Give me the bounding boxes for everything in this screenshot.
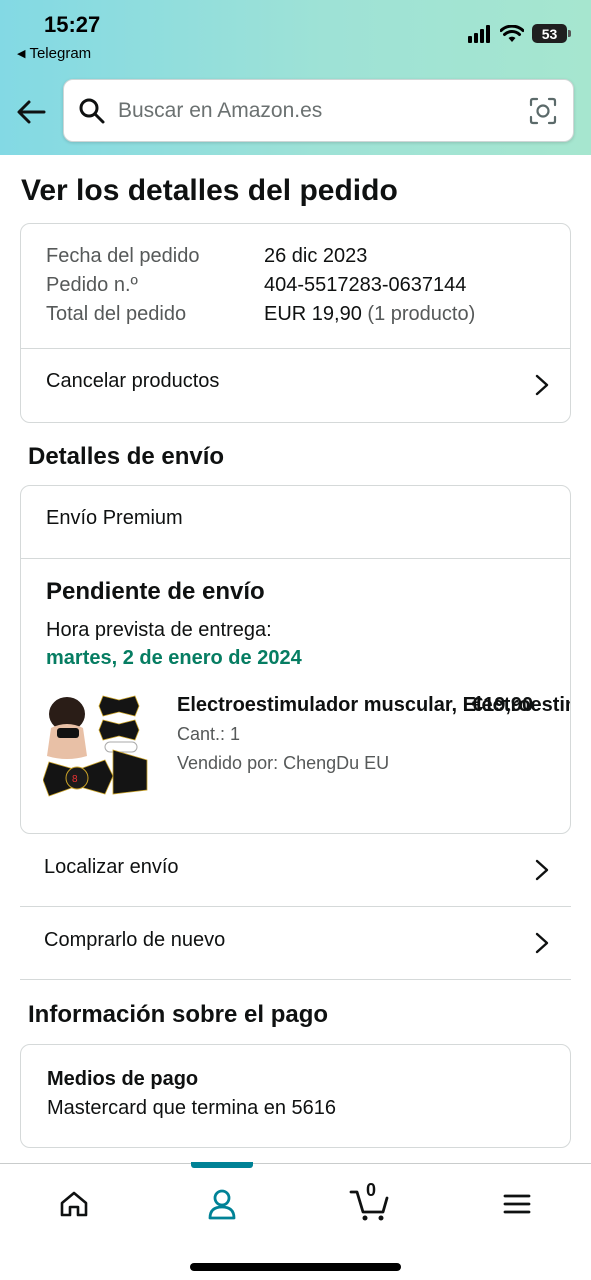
shipping-card: Envío Premium Pendiente de envío Hora pr… — [20, 485, 571, 834]
order-date-label: Fecha del pedido — [46, 245, 200, 267]
status-time: 15:27 — [44, 12, 101, 37]
buy-again-row[interactable]: Comprarlo de nuevo — [20, 907, 571, 980]
tab-home[interactable] — [44, 1182, 104, 1226]
search-bar[interactable] — [63, 79, 574, 142]
svg-text:8: 8 — [72, 774, 78, 785]
active-tab-indicator — [191, 1162, 253, 1168]
back-app-label: Telegram — [29, 45, 92, 62]
search-input[interactable] — [118, 98, 508, 123]
payment-section-title: Información sobre el pago — [28, 1001, 329, 1028]
order-number-label: Pedido n.º — [46, 274, 138, 296]
signal-icon — [468, 24, 490, 43]
chevron-right-icon — [535, 932, 549, 954]
chevron-right-icon — [535, 859, 549, 881]
wifi-icon — [500, 24, 524, 42]
order-total-label: Total del pedido — [46, 303, 187, 325]
page-title: Ver los detalles del pedido — [21, 174, 398, 207]
track-shipment-row[interactable]: Localizar envío — [20, 834, 571, 907]
tab-cart[interactable]: 0 — [340, 1180, 400, 1226]
back-arrow-icon[interactable] — [14, 94, 50, 130]
product-seller: Vendido por: ChengDu EU — [177, 753, 390, 773]
tab-account[interactable] — [192, 1182, 252, 1226]
menu-icon — [503, 1194, 531, 1214]
camera-icon[interactable] — [528, 96, 558, 126]
chevron-right-icon — [535, 374, 549, 396]
order-total-amount: EUR 19,90 — [264, 303, 362, 325]
battery-indicator: 53 — [532, 24, 571, 43]
payment-method-value: Mastercard que termina en 5616 — [47, 1097, 337, 1119]
product-price: €19,90 — [472, 694, 534, 716]
order-number-value: 404-5517283-0637144 — [264, 274, 467, 296]
back-triangle-icon: ◀ — [17, 48, 26, 60]
order-summary-card: Fecha del pedido 26 dic 2023 Pedido n.º … — [20, 223, 571, 423]
home-icon — [60, 1191, 88, 1217]
payment-method-label: Medios de pago — [47, 1068, 199, 1090]
shipping-section-title: Detalles de envío — [28, 443, 225, 470]
buy-again-label: Comprarlo de nuevo — [44, 929, 226, 951]
eta-date: martes, 2 de enero de 2024 — [46, 647, 302, 669]
app-header: 15:27 ◀ Telegram 53 — [0, 0, 591, 155]
account-icon — [208, 1189, 236, 1220]
cancel-products-label: Cancelar productos — [46, 370, 220, 392]
payment-card: Medios de pago Mastercard que termina en… — [20, 1044, 571, 1148]
cancel-products-row[interactable]: Cancelar productos — [21, 349, 570, 422]
product-quantity: Cant.: 1 — [177, 724, 241, 744]
shipping-status: Pendiente de envío — [46, 578, 265, 605]
tab-menu[interactable] — [487, 1182, 547, 1226]
order-total-value: EUR 19,90 (1 producto) — [264, 303, 475, 326]
cart-count-badge: 0 — [366, 1180, 377, 1200]
divider — [21, 558, 570, 559]
order-total-note: (1 producto) — [367, 303, 476, 325]
search-icon — [79, 98, 105, 123]
track-shipment-label: Localizar envío — [44, 856, 179, 878]
eta-label: Hora prevista de entrega: — [46, 619, 272, 641]
order-date-value: 26 dic 2023 — [264, 245, 368, 267]
status-icons: 53 — [468, 24, 571, 43]
bottom-tab-bar: 0 — [0, 1162, 591, 1280]
product-image[interactable]: 8 — [43, 690, 153, 800]
back-to-telegram[interactable]: ◀ Telegram — [17, 45, 91, 62]
shipping-method: Envío Premium — [46, 507, 183, 529]
home-indicator — [190, 1263, 401, 1271]
